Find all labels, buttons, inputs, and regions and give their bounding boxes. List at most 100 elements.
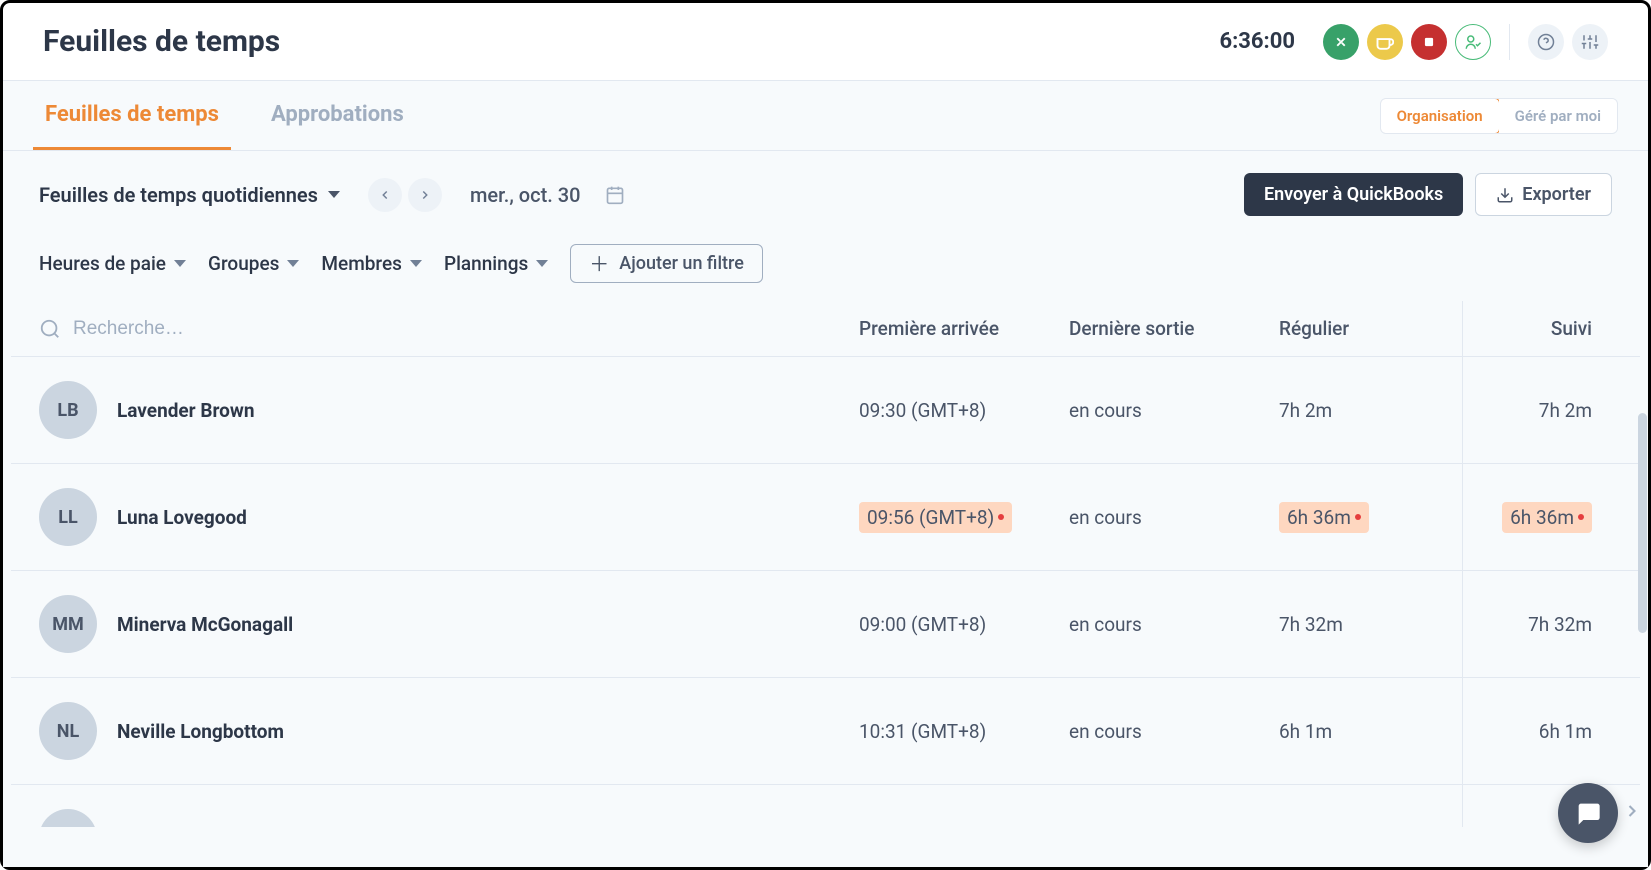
send-qb-label: Envoyer à QuickBooks [1264,184,1443,205]
timesheet-table: Première arrivée Dernière sortie Régulie… [3,301,1648,827]
table-row[interactable]: OWOliver Wood12:18 (GMT+8)en cours4h 13m… [11,785,1640,827]
chat-button[interactable] [1558,783,1618,843]
filter-label: Groupes [208,252,279,275]
last-out-cell: en cours [1069,827,1279,828]
tabs-row: Feuilles de temps Approbations Organisat… [3,81,1648,151]
member-name: Neville Longbottom [117,720,284,743]
timer-display: 6:36:00 [1219,29,1295,54]
help-icon [1537,33,1555,51]
member-cell: OWOliver Wood [39,809,859,827]
prev-day-button[interactable] [368,178,402,212]
table-row[interactable]: LBLavender Brown09:30 (GMT+8)en cours7h … [11,357,1640,464]
filter-members[interactable]: Membres [321,252,422,275]
table-header: Première arrivée Dernière sortie Régulie… [11,301,1640,357]
regular-cell: 7h 32m [1279,613,1449,636]
toolbar: Feuilles de temps quotidiennes mer., oct… [3,151,1648,226]
search-input[interactable] [73,318,373,340]
last-out-cell: en cours [1069,613,1279,636]
divider [1509,24,1510,60]
member-name: Oliver Wood [117,827,220,828]
first-in-cell: 09:30 (GMT+8) [859,399,1069,422]
member-name: Lavender Brown [117,399,254,422]
activity-icon [1332,33,1350,51]
start-tracking-button[interactable] [1323,24,1359,60]
first-in-cell: 09:56 (GMT+8) [859,502,1069,533]
filter-groups[interactable]: Groupes [208,252,299,275]
period-label: Feuilles de temps quotidiennes [39,183,318,207]
tab-approvals[interactable]: Approbations [259,81,416,150]
export-label: Exporter [1522,184,1591,205]
date-nav [368,178,442,212]
last-out-cell: en cours [1069,399,1279,422]
tracked-cell: 7h 2m [1449,399,1612,422]
filter-label: Plannings [444,252,528,275]
member-cell: MM Minerva McGonagall [39,595,859,653]
add-filter-label: Ajouter un filtre [619,253,744,274]
chevron-down-icon [174,260,186,267]
table-row[interactable]: NL Neville Longbottom 10:31 (GMT+8)en cour… [11,678,1640,785]
add-filter-button[interactable]: ＋ Ajouter un filtre [570,244,763,283]
tabs: Feuilles de temps Approbations [33,81,416,150]
regular-cell: 4h 13m [1279,827,1449,828]
first-in-cell: 10:31 (GMT+8) [859,720,1069,743]
chevron-right-icon [418,188,432,202]
chevron-left-icon [378,188,392,202]
stop-tracking-button[interactable] [1411,24,1447,60]
search-icon [39,318,61,340]
send-quickbooks-button[interactable]: Envoyer à QuickBooks [1244,173,1463,216]
regular-cell: 7h 2m [1279,399,1449,422]
download-icon [1496,186,1514,204]
stop-icon [1422,35,1436,49]
scroll-right-button[interactable] [1622,801,1642,825]
search-cell [39,318,859,340]
user-status-button[interactable] [1455,24,1491,60]
member-cell: NL Neville Longbottom [39,702,859,760]
col-first-in: Première arrivée [859,317,1069,340]
col-last-out: Dernière sortie [1069,317,1279,340]
avatar: MM [39,595,97,653]
scope-toggle: Organisation Géré par moi [1380,98,1618,134]
member-cell: LBLavender Brown [39,381,859,439]
table-body[interactable]: LBLavender Brown09:30 (GMT+8)en cours7h … [11,357,1640,827]
chevron-down-icon [410,260,422,267]
vertical-scrollbar[interactable] [1638,413,1647,633]
member-name: Minerva McGonagall [117,613,293,636]
tracked-cell: 7h 32m [1449,613,1612,636]
break-button[interactable] [1367,24,1403,60]
alert-dot-icon [998,514,1004,520]
page-title: Feuilles de temps [43,24,280,59]
chat-icon [1574,799,1602,827]
tab-timesheets[interactable]: Feuilles de temps [33,81,231,150]
toolbar-right: Envoyer à QuickBooks Exporter [1244,173,1612,216]
table-row[interactable]: LLLuna Lovegood09:56 (GMT+8)en cours6h 3… [11,464,1640,571]
table-row[interactable]: MM Minerva McGonagall 09:00 (GMT+8)en cour… [11,571,1640,678]
regular-cell: 6h 36m [1279,502,1449,533]
sliders-icon [1581,33,1599,51]
calendar-icon [605,185,625,205]
chevron-down-icon [536,260,548,267]
scope-managed-by-me[interactable]: Géré par moi [1499,99,1617,133]
help-button[interactable] [1528,24,1564,60]
scope-organisation[interactable]: Organisation [1380,98,1500,134]
period-selector[interactable]: Feuilles de temps quotidiennes [39,183,340,207]
last-out-cell: en cours [1069,720,1279,743]
col-regular: Régulier [1279,317,1449,340]
first-in-cell: 09:00 (GMT+8) [859,613,1069,636]
avatar: NL [39,702,97,760]
filter-schedules[interactable]: Plannings [444,252,548,275]
export-button[interactable]: Exporter [1475,173,1612,216]
filter-label: Heures de paie [39,252,166,275]
member-name: Luna Lovegood [117,506,247,529]
filter-pay-hours[interactable]: Heures de paie [39,252,186,275]
app-header: Feuilles de temps 6:36:00 [3,3,1648,81]
chevron-down-icon [287,260,299,267]
settings-button[interactable] [1572,24,1608,60]
header-actions: 6:36:00 [1219,24,1608,60]
calendar-picker-button[interactable] [605,185,625,205]
alert-dot-icon [1578,514,1584,520]
content-area: Feuilles de temps Approbations Organisat… [3,81,1648,867]
tracked-cell: 6h 1m [1449,720,1612,743]
first-in-cell: 12:18 (GMT+8) [859,827,1069,828]
next-day-button[interactable] [408,178,442,212]
alert-dot-icon [1355,514,1361,520]
